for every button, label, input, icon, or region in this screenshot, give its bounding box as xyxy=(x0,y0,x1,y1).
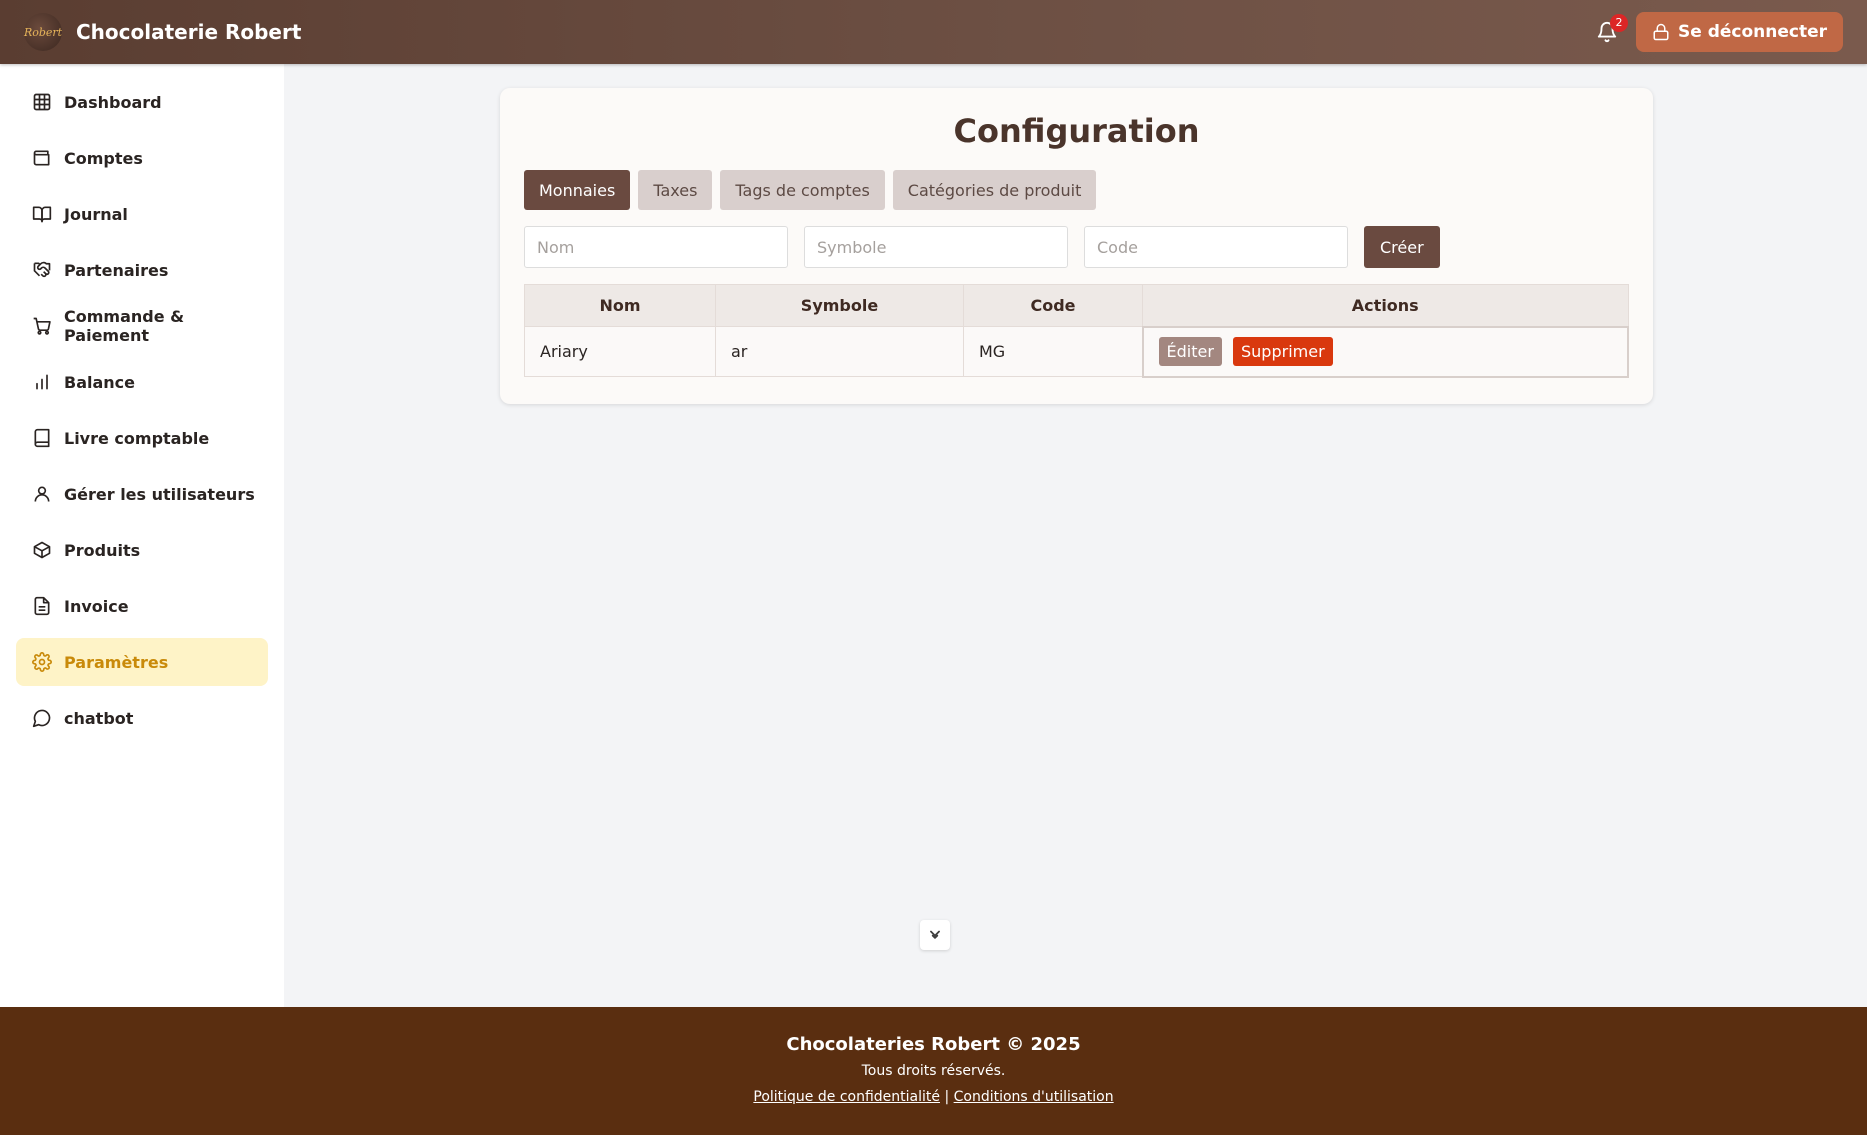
logo-text: Robert xyxy=(23,25,63,39)
sidebar-item-chatbot[interactable]: chatbot xyxy=(16,694,268,742)
page-title: Configuration xyxy=(953,112,1200,150)
column-header-symbole: Symbole xyxy=(715,284,964,327)
sidebar-item-partenaires[interactable]: Partenaires xyxy=(16,246,268,294)
column-header-actions: Actions xyxy=(1142,284,1629,327)
wallet-icon xyxy=(33,150,50,166)
footer: Chocolateries Robert © 2025 Tous droits … xyxy=(0,1007,1867,1135)
config-tabs: Monnaies Taxes Tags de comptes Catégorie… xyxy=(524,170,1629,210)
cell-actions: Éditer Supprimer xyxy=(1141,325,1629,378)
configuration-card: Configuration Monnaies Taxes Tags de com… xyxy=(500,88,1653,404)
sidebar-item-label: chatbot xyxy=(64,708,134,728)
logout-button[interactable]: Se déconnecter xyxy=(1636,12,1843,52)
sidebar-item-comptes[interactable]: Comptes xyxy=(16,134,268,182)
delete-button[interactable]: Supprimer xyxy=(1233,337,1333,366)
sidebar-item-dashboard[interactable]: Dashboard xyxy=(16,78,268,126)
sidebar-item-parametres[interactable]: Paramètres xyxy=(16,638,268,686)
grid-icon xyxy=(33,93,51,111)
table-header-row: Nom Symbole Code Actions xyxy=(524,284,1629,327)
gear-icon xyxy=(32,652,52,672)
top-bar: Robert Chocolaterie Robert 2 Se déconnec… xyxy=(0,0,1867,64)
sidebar-item-livre-comptable[interactable]: Livre comptable xyxy=(16,414,268,462)
footer-separator: | xyxy=(944,1089,950,1105)
footer-links: Politique de confidentialité | Condition… xyxy=(0,1089,1867,1105)
footer-title: Chocolateries Robert © 2025 xyxy=(786,1034,1081,1055)
tab-categories-de-produit[interactable]: Catégories de produit xyxy=(892,170,1097,210)
cart-icon xyxy=(33,317,51,335)
sidebar-item-journal[interactable]: Journal xyxy=(16,190,268,238)
table-row: Ariary ar MG Éditer Supprimer xyxy=(524,325,1629,378)
sidebar-item-produits[interactable]: Produits xyxy=(16,526,268,574)
sidebar-item-invoice[interactable]: Invoice xyxy=(16,582,268,630)
logout-label: Se déconnecter xyxy=(1678,22,1827,42)
box-icon xyxy=(33,541,51,559)
sidebar-item-label: Invoice xyxy=(64,596,129,616)
notifications-button[interactable]: 2 xyxy=(1592,14,1628,47)
sidebar-item-balance[interactable]: Balance xyxy=(16,358,268,406)
sidebar-item-gerer-utilisateurs[interactable]: Gérer les utilisateurs xyxy=(16,470,268,518)
column-header-code: Code xyxy=(963,284,1143,327)
chat-bubble-icon xyxy=(32,709,51,728)
sidebar-item-label: Dashboard xyxy=(64,92,162,112)
notification-badge: 2 xyxy=(1610,14,1628,32)
sidebar: Dashboard Comptes Journal Partenaires Co… xyxy=(0,64,284,1007)
currencies-table: Nom Symbole Code Actions Ariary ar MG Éd… xyxy=(524,284,1629,378)
sidebar-item-commande-paiement[interactable]: Commande & Paiement xyxy=(16,302,268,350)
tab-tags-de-comptes[interactable]: Tags de comptes xyxy=(720,170,885,210)
tab-monnaies[interactable]: Monnaies xyxy=(524,170,631,210)
symbole-input[interactable] xyxy=(804,226,1068,268)
sidebar-item-label: Produits xyxy=(64,540,141,560)
privacy-policy-link[interactable]: Politique de confidentialité xyxy=(753,1089,940,1105)
brand-name: Chocolaterie Robert xyxy=(76,20,302,44)
terms-of-use-link[interactable]: Conditions d'utilisation xyxy=(954,1089,1114,1105)
cell-nom: Ariary xyxy=(524,326,716,377)
nom-input[interactable] xyxy=(524,226,788,268)
brand-logo[interactable]: Robert xyxy=(24,13,62,51)
sidebar-item-label: Paramètres xyxy=(64,652,169,672)
book-icon xyxy=(34,428,50,448)
sidebar-item-label: Journal xyxy=(64,204,128,224)
column-header-nom: Nom xyxy=(524,284,716,327)
book-open-icon xyxy=(32,206,52,223)
file-text-icon xyxy=(34,596,50,616)
handshake-icon xyxy=(33,261,51,278)
sidebar-item-label: Partenaires xyxy=(64,260,169,280)
cell-symbole: ar xyxy=(715,326,964,377)
scroll-down-button[interactable] xyxy=(920,920,950,950)
sidebar-item-label: Balance xyxy=(64,372,135,392)
sidebar-item-label: Commande & Paiement xyxy=(64,307,185,345)
cell-code: MG xyxy=(963,326,1143,377)
sidebar-item-label: Livre comptable xyxy=(64,428,210,448)
user-icon xyxy=(34,486,50,502)
create-currency-form: Créer xyxy=(524,226,1629,268)
edit-button[interactable]: Éditer xyxy=(1158,337,1222,366)
sidebar-item-label: Comptes xyxy=(64,148,143,168)
chevron-down-icon xyxy=(930,930,940,939)
create-button[interactable]: Créer xyxy=(1364,226,1440,268)
tab-taxes[interactable]: Taxes xyxy=(638,170,713,210)
footer-subtitle: Tous droits réservés. xyxy=(861,1063,1006,1079)
sidebar-item-label: Gérer les utilisateurs xyxy=(64,484,255,504)
bar-chart-icon xyxy=(36,374,48,390)
lock-icon xyxy=(1653,23,1669,41)
code-input[interactable] xyxy=(1084,226,1348,268)
